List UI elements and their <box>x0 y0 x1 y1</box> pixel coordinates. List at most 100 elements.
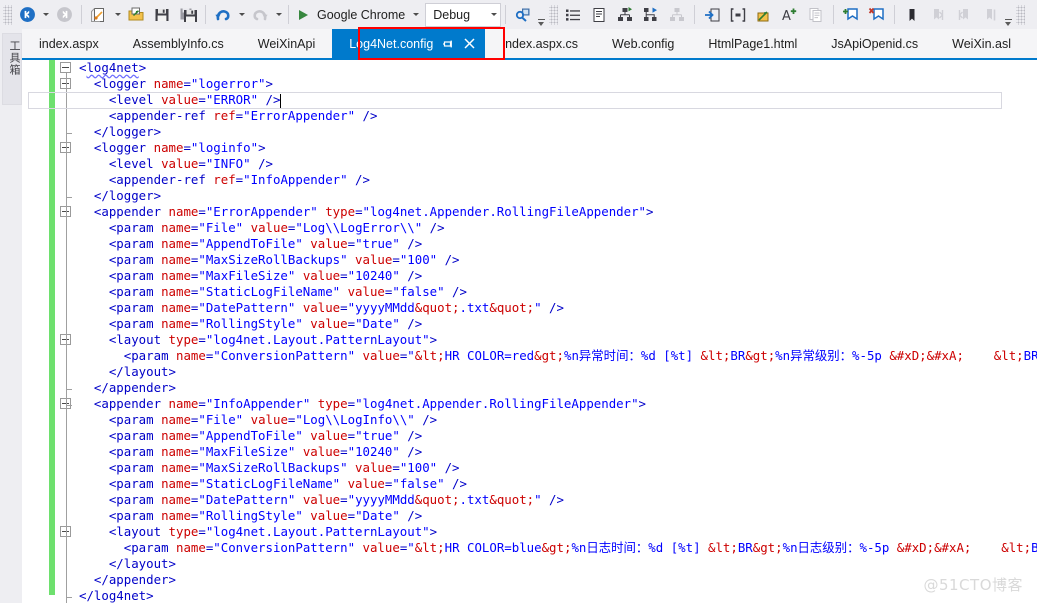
chevron-down-icon[interactable] <box>488 4 499 26</box>
navigate-forward-button[interactable] <box>51 4 77 26</box>
code-line[interactable]: <param name="RollingStyle" value="Date" … <box>79 508 1037 524</box>
redo-button[interactable] <box>247 4 273 26</box>
object-browser-button[interactable] <box>638 4 664 26</box>
code-line[interactable]: <appender name="InfoAppender" type="log4… <box>79 396 1037 412</box>
outlining-margin[interactable] <box>55 60 79 603</box>
document-tab-weixinapi[interactable]: WeiXinApi <box>241 29 332 58</box>
save-all-button[interactable] <box>175 4 201 26</box>
start-debug-dropdown[interactable] <box>410 4 421 26</box>
code-line[interactable]: <appender name="ErrorAppender" type="log… <box>79 204 1037 220</box>
comment-selection-button[interactable] <box>725 4 751 26</box>
code-line[interactable]: <param name="MaxFileSize" value="10240" … <box>79 268 1037 284</box>
toggle-bookmark-button[interactable] <box>838 4 864 26</box>
code-line[interactable]: <appender-ref ref="InfoAppender" /> <box>79 172 1037 188</box>
code-line[interactable]: <param name="AppendToFile" value="true" … <box>79 428 1037 444</box>
code-editor[interactable]: <log4net> <logger name="logerror"> <leve… <box>22 60 1037 603</box>
code-token: /> <box>399 268 423 283</box>
document-tab-index-aspx-cs[interactable]: index.aspx.cs <box>485 29 595 58</box>
toolbar-overflow-button-2[interactable] <box>1003 4 1013 26</box>
code-line[interactable]: </log4net> <box>79 588 1037 603</box>
code-line[interactable]: <param name="StaticLogFileName" value="f… <box>79 476 1037 492</box>
uncomment-selection-button[interactable] <box>751 4 777 26</box>
document-tab-weixin-asl[interactable]: WeiXin.asl <box>935 29 1028 58</box>
code-line[interactable]: </appender> <box>79 572 1037 588</box>
font-size-button[interactable]: A <box>777 4 803 26</box>
open-file-button[interactable] <box>123 4 149 26</box>
code-line[interactable]: <param name="ConversionPattern" value="&… <box>79 540 1037 556</box>
collapse-toggle[interactable] <box>60 62 71 73</box>
document-tab-index-aspx[interactable]: index.aspx <box>22 29 116 58</box>
redo-dropdown[interactable] <box>273 4 284 26</box>
code-token: value <box>362 540 400 555</box>
solution-configuration-value: Debug <box>433 7 471 22</box>
bookmark-indicator-button[interactable] <box>899 4 925 26</box>
code-line[interactable]: <param name="DatePattern" value="yyyyMMd… <box>79 300 1037 316</box>
code-token: name <box>161 236 191 251</box>
code-line[interactable]: <param name="MaxFileSize" value="10240" … <box>79 444 1037 460</box>
undo-button[interactable] <box>210 4 236 26</box>
document-tab-label: index.aspx <box>39 36 99 51</box>
document-tab-htmlpage1-html[interactable]: HtmlPage1.html <box>691 29 814 58</box>
toolbar-grip[interactable] <box>549 4 559 25</box>
toolbar-grip[interactable] <box>3 4 12 25</box>
start-debug-button[interactable]: Google Chrome <box>293 3 410 27</box>
document-tab-log4net-config[interactable]: Log4Net.config <box>332 29 486 58</box>
document-tab-assemblyinfo-cs[interactable]: AssemblyInfo.cs <box>116 29 241 58</box>
save-button[interactable] <box>149 4 175 26</box>
code-token: </log4net> <box>79 588 154 603</box>
code-line[interactable]: <param name="DatePattern" value="yyyyMMd… <box>79 492 1037 508</box>
call-hierarchy-button[interactable] <box>664 4 690 26</box>
document-tab-jsapiopenid-cs[interactable]: JsApiOpenid.cs <box>814 29 935 58</box>
code-token: </layout> <box>108 364 176 379</box>
code-line[interactable]: <log4net> <box>79 60 1037 76</box>
code-line[interactable]: <level value="INFO" /> <box>79 156 1037 172</box>
code-line[interactable]: <param name="MaxSizeRollBackups" value="… <box>79 252 1037 268</box>
close-icon[interactable] <box>461 36 477 52</box>
code-line[interactable]: </layout> <box>79 556 1037 572</box>
code-line[interactable]: <layout type="log4net.Layout.PatternLayo… <box>79 524 1037 540</box>
new-item-button[interactable] <box>86 4 112 26</box>
code-line[interactable]: <layout type="log4net.Layout.PatternLayo… <box>79 332 1037 348</box>
code-token: <param <box>108 220 162 235</box>
toolbar-grip[interactable] <box>1016 4 1026 25</box>
code-line[interactable]: <appender-ref ref="ErrorAppender" /> <box>79 108 1037 124</box>
new-item-dropdown[interactable] <box>112 4 123 26</box>
code-line[interactable]: <param name="File" value="Log\\LogError\… <box>79 220 1037 236</box>
code-line[interactable]: <param name="MaxSizeRollBackups" value="… <box>79 460 1037 476</box>
document-tab-web-config[interactable]: Web.config <box>595 29 691 58</box>
clear-bookmarks-button[interactable] <box>864 4 890 26</box>
pin-icon[interactable] <box>441 36 457 52</box>
code-text-area[interactable]: <log4net> <logger name="logerror"> <leve… <box>79 60 1037 603</box>
code-token: %n日志时间：%d [%t] <box>571 540 708 555</box>
code-line[interactable]: <param name="AppendToFile" value="true" … <box>79 236 1037 252</box>
navigate-back-button[interactable] <box>14 4 40 26</box>
next-bookmark-in-folder-button[interactable] <box>977 4 1003 26</box>
code-line[interactable]: </appender> <box>79 380 1037 396</box>
code-line[interactable]: <param name="StaticLogFileName" value="f… <box>79 284 1037 300</box>
code-line[interactable]: <logger name="logerror"> <box>79 76 1037 92</box>
toolbox-dock-tab[interactable]: 工具箱 <box>2 33 22 105</box>
toggle-outlining-button[interactable] <box>560 4 586 26</box>
insert-snippet-button[interactable] <box>699 4 725 26</box>
show-document-outline-button[interactable] <box>586 4 612 26</box>
toolbar-overflow-button[interactable] <box>536 4 546 26</box>
attach-to-process-button[interactable] <box>510 4 536 26</box>
code-line[interactable]: <logger name="loginfo"> <box>79 140 1037 156</box>
navigate-back-dropdown[interactable] <box>40 4 51 26</box>
code-line[interactable]: <param name="RollingStyle" value="Date" … <box>79 316 1037 332</box>
prev-bookmark-button[interactable] <box>925 4 951 26</box>
solution-configuration-select[interactable]: Debug <box>425 2 502 27</box>
next-bookmark-button[interactable] <box>951 4 977 26</box>
code-line[interactable]: <param name="ConversionPattern" value="&… <box>79 348 1037 364</box>
code-token: = <box>347 316 356 331</box>
code-token: &quot; <box>489 300 535 315</box>
code-line[interactable]: <param name="File" value="Log\\LogInfo\\… <box>79 412 1037 428</box>
code-line[interactable]: </logger> <box>79 188 1037 204</box>
code-line[interactable]: </layout> <box>79 364 1037 380</box>
code-line[interactable]: </logger> <box>79 124 1037 140</box>
clipboard-ring-button[interactable] <box>803 4 829 26</box>
save-disk-icon <box>155 8 169 21</box>
undo-dropdown[interactable] <box>236 4 247 26</box>
class-view-button[interactable] <box>612 4 638 26</box>
